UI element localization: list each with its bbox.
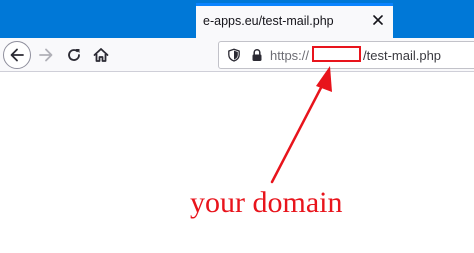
home-button[interactable] <box>87 41 115 69</box>
url-path: /test-mail.php <box>363 48 442 63</box>
arrow-shaft <box>270 78 327 184</box>
lock-icon[interactable] <box>250 48 264 62</box>
reload-button[interactable] <box>60 41 88 69</box>
home-icon <box>93 48 109 62</box>
annotation-label: your domain <box>190 186 343 219</box>
url-protocol: https:// <box>270 48 310 63</box>
tab-title: e-apps.eu/test-mail.php <box>203 14 334 28</box>
navigation-toolbar: https:// /test-mail.php <box>0 38 474 72</box>
forward-button[interactable] <box>32 41 60 69</box>
reload-icon <box>68 49 80 61</box>
arrow-left-icon <box>10 48 24 62</box>
browser-tab[interactable]: e-apps.eu/test-mail.php <box>196 3 393 38</box>
shield-icon[interactable] <box>227 48 241 62</box>
address-bar[interactable]: https:// /test-mail.php <box>218 41 474 69</box>
window-titlebar: e-apps.eu/test-mail.php <box>0 0 474 38</box>
domain-highlight-box <box>312 46 361 62</box>
close-icon[interactable] <box>371 13 385 27</box>
back-button[interactable] <box>3 41 31 69</box>
arrow-right-icon <box>39 48 53 62</box>
